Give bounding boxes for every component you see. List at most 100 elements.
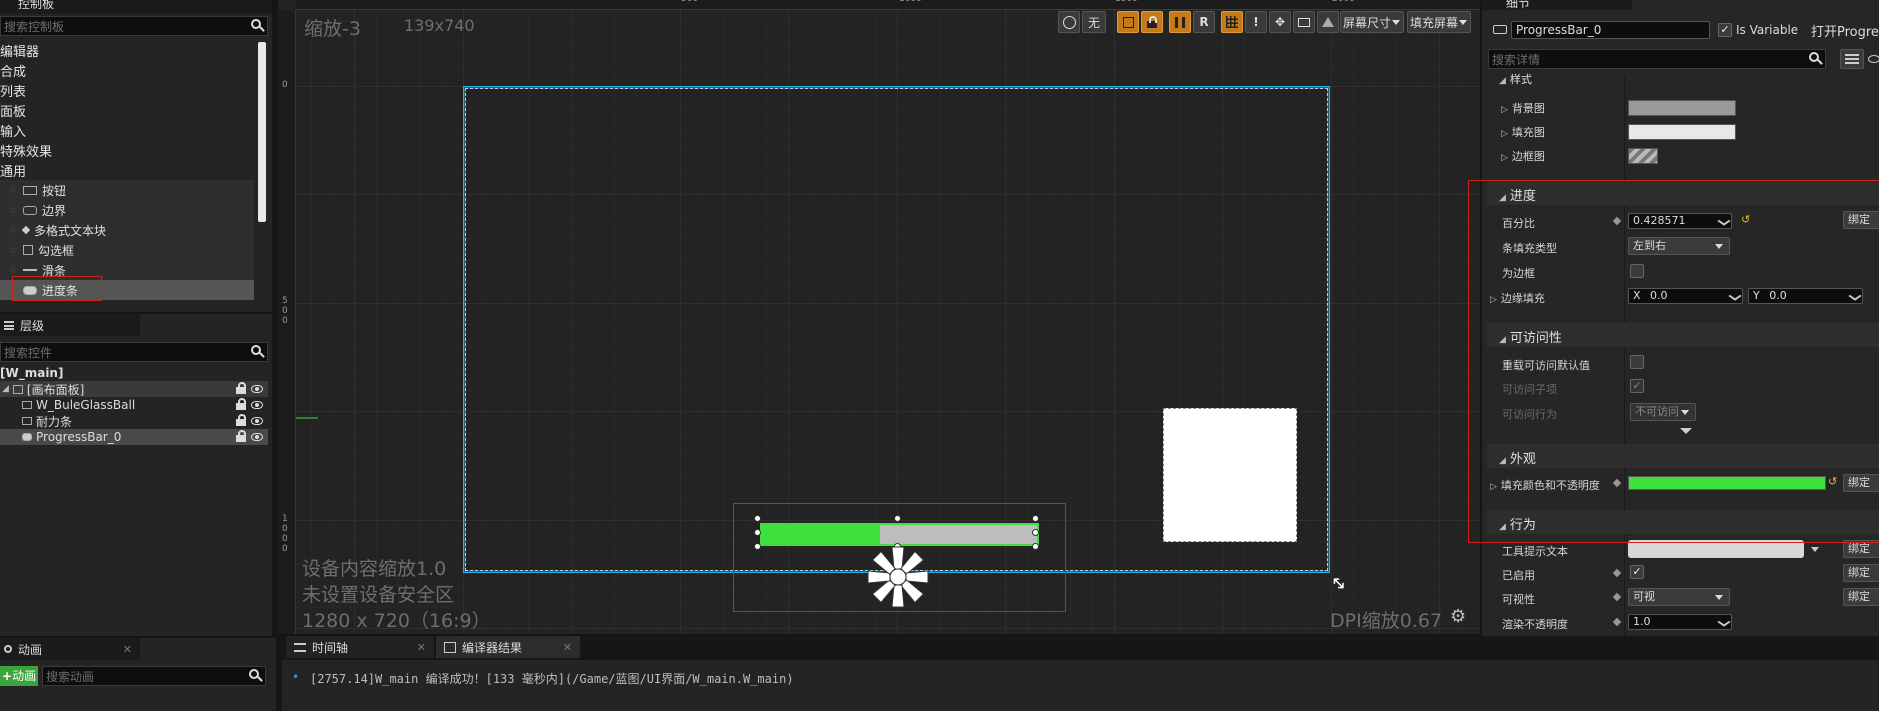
row-border-image[interactable]: ▷ 边框图 bbox=[1487, 144, 1879, 166]
resize-handle[interactable] bbox=[1032, 529, 1039, 536]
image-button[interactable] bbox=[1293, 11, 1315, 33]
search-icon[interactable] bbox=[247, 17, 267, 35]
hierarchy-item-0[interactable]: W_BuleGlassBall bbox=[0, 397, 268, 413]
category-accessibility[interactable]: ◢ 可访问性 bbox=[1487, 323, 1879, 347]
snap-value-button[interactable]: ! bbox=[1245, 11, 1267, 33]
palette-item-3[interactable]: ☆ 勾选框 bbox=[0, 240, 254, 260]
property-matrix-button[interactable] bbox=[1840, 49, 1864, 69]
category-progress[interactable]: ◢ 进度 bbox=[1487, 181, 1879, 205]
search-icon[interactable] bbox=[247, 343, 267, 361]
border-image-swatch[interactable] bbox=[1628, 148, 1658, 164]
palette-item-2[interactable]: ☆ 多格式文本块 bbox=[0, 220, 254, 240]
resize-handle[interactable] bbox=[754, 529, 761, 536]
marquee-checkbox[interactable] bbox=[1630, 264, 1644, 278]
hierarchy-canvas[interactable]: ◢ [画布面板] bbox=[0, 381, 268, 397]
eye-icon[interactable] bbox=[251, 401, 263, 409]
tab-timeline[interactable]: 时间轴 ✕ bbox=[286, 636, 434, 658]
resize-handle[interactable] bbox=[754, 515, 761, 522]
row-enabled[interactable]: 已启用 bbox=[1487, 562, 1879, 584]
grid-snap-toggle[interactable] bbox=[1221, 11, 1243, 33]
hierarchy-item-2[interactable]: ProgressBar_0 bbox=[0, 429, 268, 445]
glass-ball-widget[interactable] bbox=[1163, 408, 1297, 542]
resize-handle[interactable] bbox=[894, 515, 901, 522]
search-icon[interactable] bbox=[245, 667, 265, 685]
favorite-star-icon[interactable]: ☆ bbox=[6, 205, 20, 216]
favorite-star-icon[interactable]: ☆ bbox=[6, 245, 20, 256]
favorite-star-icon[interactable]: ☆ bbox=[6, 265, 20, 276]
lock-toggle[interactable] bbox=[1141, 11, 1163, 33]
animation-tab[interactable]: 动画 ✕ bbox=[0, 638, 140, 660]
spin-icon[interactable] bbox=[1848, 291, 1862, 301]
palette-category-2[interactable]: 列表 bbox=[0, 80, 256, 100]
open-widget-link[interactable]: 打开ProgressBar bbox=[1811, 21, 1879, 40]
enabled-checkbox[interactable]: ✓ bbox=[1630, 565, 1644, 579]
palette-category-1[interactable]: 合成 bbox=[0, 60, 256, 80]
row-marquee[interactable]: 为边框 bbox=[1487, 260, 1879, 282]
resize-handle[interactable] bbox=[754, 543, 761, 550]
palette-scrollbar[interactable] bbox=[258, 42, 266, 222]
fill-color-bind-button[interactable]: 绑定 bbox=[1843, 474, 1879, 492]
eye-icon[interactable] bbox=[1868, 55, 1879, 63]
search-icon[interactable] bbox=[1805, 50, 1825, 68]
palette-category-3[interactable]: 面板 bbox=[0, 100, 256, 120]
widget-name-input[interactable]: ProgressBar_0 bbox=[1511, 21, 1710, 39]
tooltip-input[interactable] bbox=[1628, 540, 1804, 558]
percent-input[interactable]: 0.428571 bbox=[1628, 213, 1732, 229]
is-variable-checkbox[interactable]: ✓ bbox=[1718, 23, 1732, 37]
hierarchy-item-1[interactable]: 耐力条 bbox=[0, 413, 268, 429]
eye-icon[interactable] bbox=[251, 433, 263, 441]
palette-search[interactable]: 搜索控制板 bbox=[0, 16, 268, 36]
advanced-expand-icon[interactable] bbox=[1680, 428, 1692, 434]
hierarchy-tab[interactable]: 层级 bbox=[0, 314, 140, 336]
category-style[interactable]: ◢ 样式 bbox=[1487, 70, 1879, 88]
layout-toggle[interactable] bbox=[1169, 11, 1191, 33]
respect-locks-button[interactable]: R bbox=[1193, 11, 1215, 33]
palette-tab[interactable]: 控制板 bbox=[0, 0, 272, 14]
resize-handle[interactable] bbox=[1032, 543, 1039, 550]
fill-type-dropdown[interactable]: 左到右 bbox=[1628, 237, 1730, 255]
reset-arrow-icon[interactable]: ↺ bbox=[1828, 475, 1837, 488]
chevron-down-icon[interactable] bbox=[1811, 547, 1819, 552]
lock-icon[interactable] bbox=[236, 430, 246, 442]
palette-category-6[interactable]: 通用 bbox=[0, 160, 256, 180]
lock-icon[interactable] bbox=[236, 414, 246, 426]
visibility-bind-button[interactable]: 绑定 bbox=[1843, 588, 1879, 606]
favorite-star-icon[interactable]: ☆ bbox=[6, 225, 20, 236]
favorite-star-icon[interactable]: ☆ bbox=[6, 185, 20, 196]
spin-icon[interactable] bbox=[1717, 216, 1731, 226]
transform-button[interactable]: ✥ bbox=[1269, 11, 1291, 33]
progress-bar-widget[interactable] bbox=[760, 523, 1039, 546]
designer-viewport[interactable]: 0 5 0 0 1 0 0 0 500 1000 1500 2000 缩放-3 … bbox=[278, 0, 1480, 634]
padding-y-input[interactable]: Y 0.0 bbox=[1748, 288, 1863, 304]
eye-icon[interactable] bbox=[251, 385, 263, 393]
category-appearance[interactable]: ◢ 外观 bbox=[1487, 444, 1879, 468]
tab-compiler-results[interactable]: 编译器结果 ✕ bbox=[436, 636, 580, 658]
palette-category-0[interactable]: 编辑器 bbox=[0, 40, 256, 60]
spin-icon[interactable] bbox=[1728, 291, 1742, 301]
add-animation-button[interactable]: +动画 bbox=[0, 666, 38, 686]
render-opacity-input[interactable]: 1.0 bbox=[1628, 614, 1732, 630]
hierarchy-root[interactable]: [W_main] bbox=[0, 365, 268, 381]
padding-x-input[interactable]: X 0.0 bbox=[1628, 288, 1743, 304]
spin-icon[interactable] bbox=[1717, 617, 1731, 627]
override-accessible-checkbox[interactable] bbox=[1630, 355, 1644, 369]
lock-icon[interactable] bbox=[236, 398, 246, 410]
row-override-accessible[interactable]: 重载可访问默认值 bbox=[1487, 352, 1879, 374]
background-image-swatch[interactable] bbox=[1628, 100, 1736, 116]
gear-icon[interactable]: ⚙ bbox=[1450, 606, 1466, 627]
details-search[interactable]: 搜索详情 bbox=[1488, 49, 1826, 69]
palette-item-1[interactable]: ☆ 边界 bbox=[0, 200, 254, 220]
globe-button[interactable] bbox=[1058, 11, 1080, 33]
palette-category-5[interactable]: 特殊效果 bbox=[0, 140, 256, 160]
screen-size-dropdown[interactable]: 屏幕尺寸 bbox=[1340, 11, 1404, 33]
animation-search[interactable]: 搜索动画 bbox=[42, 666, 266, 686]
palette-item-0[interactable]: ☆ 按钮 bbox=[0, 180, 254, 200]
outline-toggle[interactable] bbox=[1117, 11, 1139, 33]
none-button[interactable]: 无 bbox=[1082, 11, 1106, 33]
percent-bind-button[interactable]: 绑定 bbox=[1843, 211, 1879, 229]
enabled-bind-button[interactable]: 绑定 bbox=[1843, 564, 1879, 582]
details-tab[interactable]: 细节 bbox=[1482, 0, 1632, 10]
category-behavior[interactable]: ◢ 行为 bbox=[1487, 510, 1879, 534]
resize-handle[interactable] bbox=[1032, 515, 1039, 522]
hierarchy-search[interactable]: 搜索控件 bbox=[0, 342, 268, 362]
